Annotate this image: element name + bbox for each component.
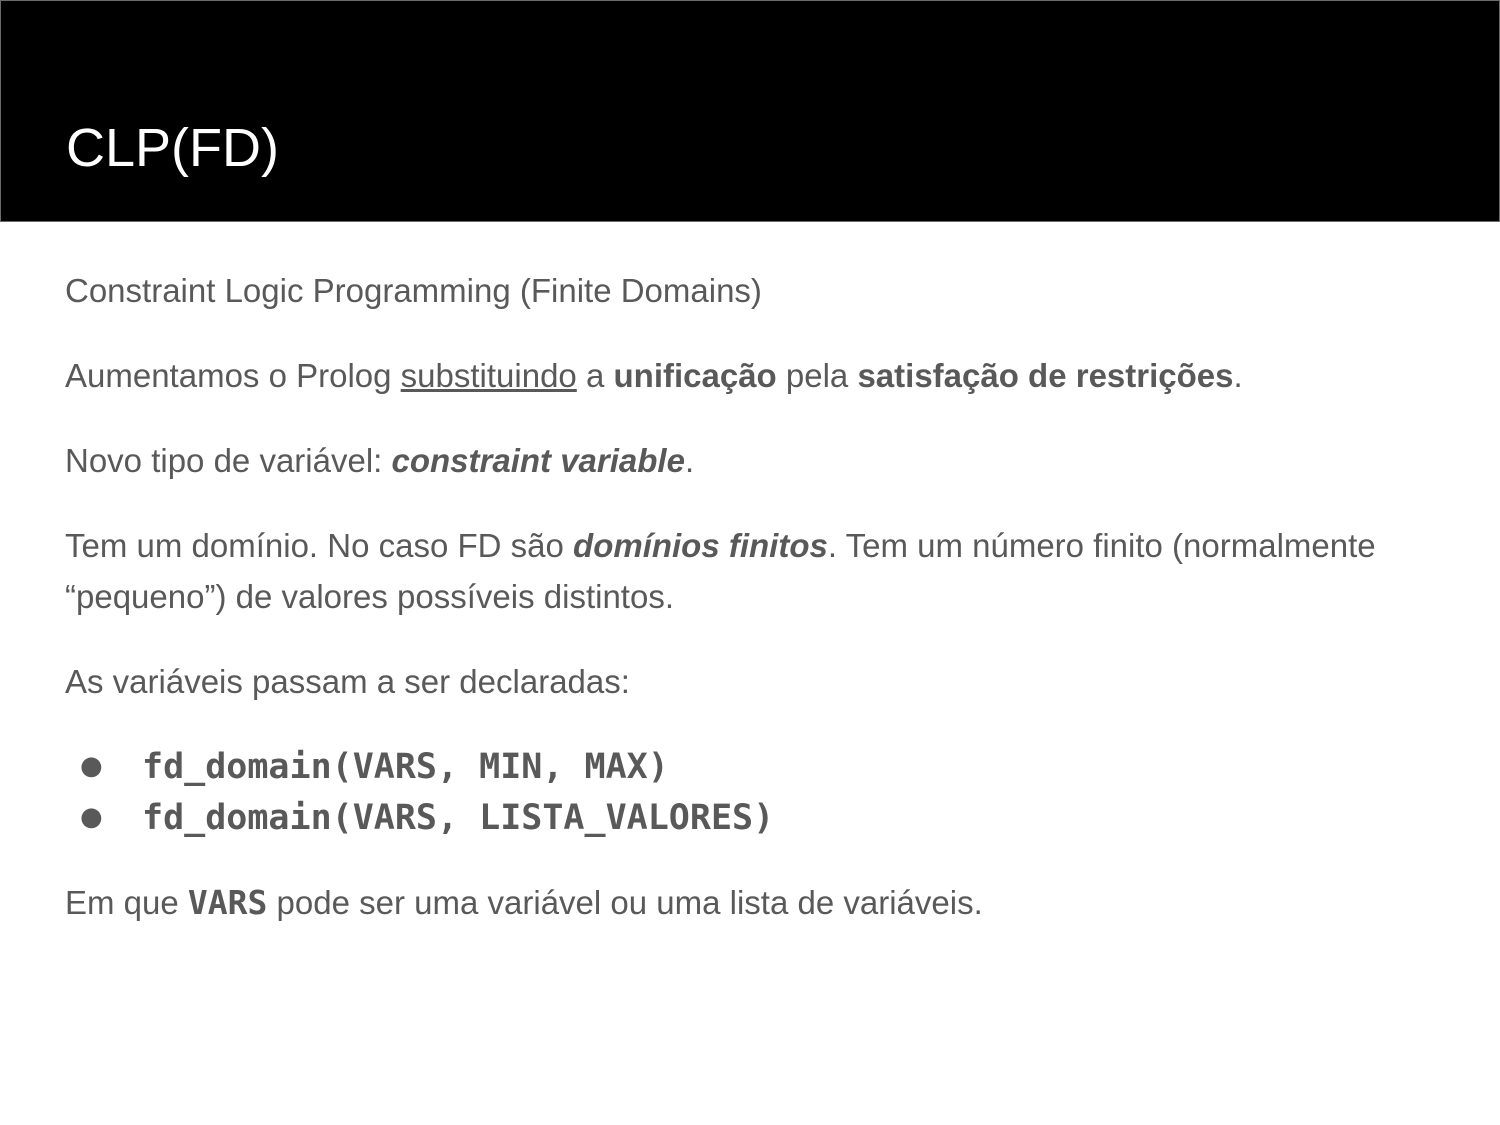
text-segment: pode ser uma variável ou uma lista de va… [267,884,983,921]
underlined-text: substituindo [400,357,577,394]
paragraph-domain: Tem um domínio. No caso FD são domínios … [65,520,1445,622]
text-segment: Novo tipo de variável: [65,442,392,479]
text-segment: a [576,357,614,394]
text-segment: . [1233,357,1243,394]
slide-title: CLP(FD) [66,118,279,178]
bold-text: unificação [613,357,777,394]
slide-body: Constraint Logic Programming (Finite Dom… [65,265,1445,962]
bold-italic-text: constraint variable [391,442,685,479]
list-item: ● fd_domain(VARS, LISTA_VALORES) [65,792,1445,843]
text-segment: Tem um domínio. No caso FD são [65,527,574,564]
paragraph-variable-type: Novo tipo de variável: constraint variab… [65,435,1445,486]
text-segment: pela [776,357,858,394]
bold-text: satisfação de restrições [857,357,1234,394]
code-text: VARS [187,883,268,922]
text-segment: Aumentamos o Prolog [65,357,401,394]
paragraph-definition: Constraint Logic Programming (Finite Dom… [65,272,762,309]
bullet-icon: ● [80,802,103,832]
code-text: fd_domain(VARS, LISTA_VALORES) [142,798,775,838]
text-segment: Em que [65,884,188,921]
text-segment: . [684,442,695,479]
bullet-icon: ● [80,751,103,781]
code-list: ● fd_domain(VARS, MIN, MAX) ● fd_domain(VA… [65,741,1445,843]
list-item: ● fd_domain(VARS, MIN, MAX) [65,741,1445,792]
bold-italic-text: domínios finitos [573,527,828,564]
title-bar: CLP(FD) [0,0,1500,222]
code-text: fd_domain(VARS, MIN, MAX) [142,747,669,787]
paragraph-vars: Em que VARS pode ser uma variável ou uma… [65,877,1445,928]
paragraph-declaration: As variáveis passam a ser declaradas: [65,663,630,700]
paragraph-unification: Aumentamos o Prolog substituindo a unifi… [65,350,1445,401]
